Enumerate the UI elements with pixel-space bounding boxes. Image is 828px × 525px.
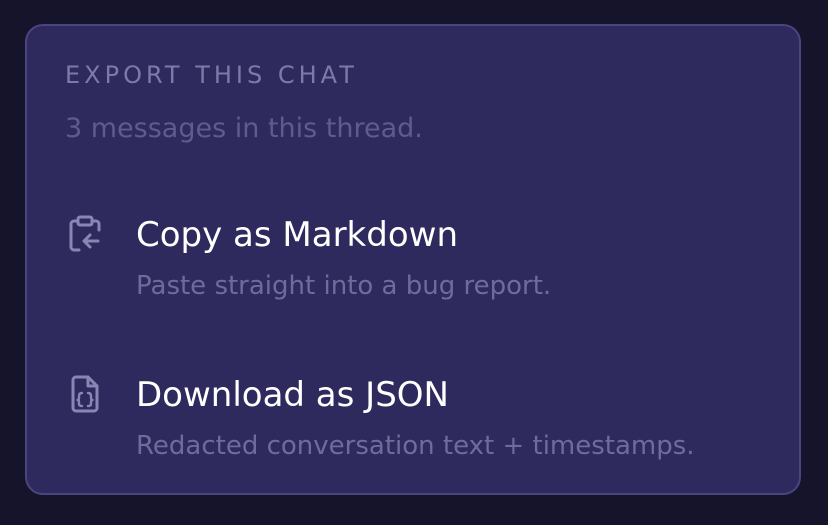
copy-as-markdown-label: Copy as Markdown <box>136 215 458 255</box>
copy-as-markdown-description: Paste straight into a bug report. <box>136 271 552 301</box>
download-as-json-description: Redacted conversation text + timestamps. <box>136 431 695 461</box>
clipboard-arrow-left-icon <box>69 215 101 252</box>
panel-subtitle: 3 messages in this thread. <box>65 113 423 144</box>
download-as-json-option[interactable]: Download as JSON Redacted conversation t… <box>27 354 799 478</box>
download-as-json-label: Download as JSON <box>136 375 449 415</box>
copy-as-markdown-option[interactable]: Copy as Markdown Paste straight into a b… <box>27 194 799 318</box>
file-json-icon <box>71 375 99 413</box>
panel-title: EXPORT THIS CHAT <box>65 61 358 89</box>
export-chat-panel: EXPORT THIS CHAT 3 messages in this thre… <box>25 24 801 495</box>
